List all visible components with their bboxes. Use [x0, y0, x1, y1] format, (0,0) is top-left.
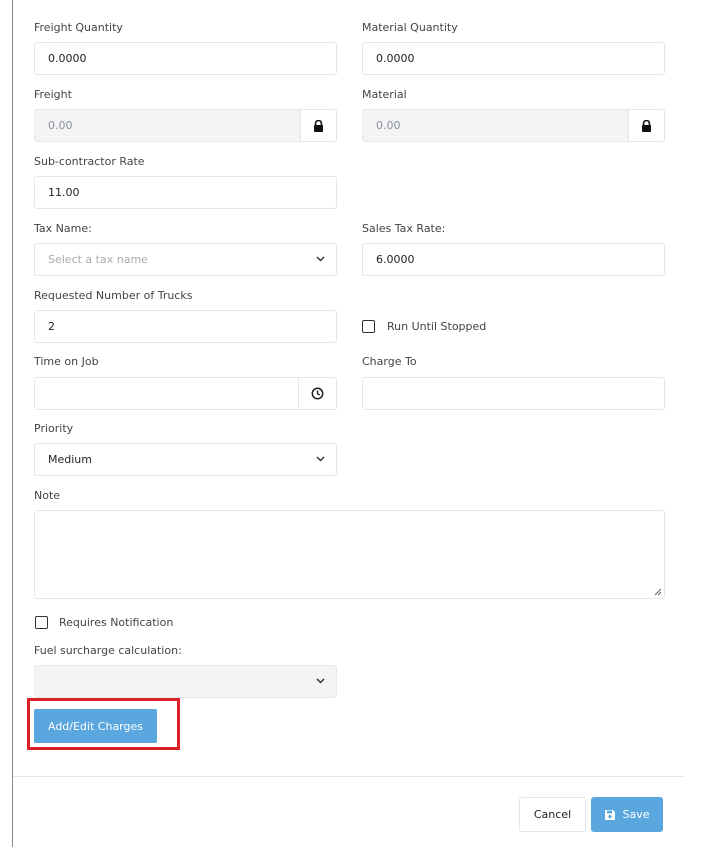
chevron-down-icon	[316, 678, 325, 684]
freight-input: 0.00	[34, 109, 337, 142]
tax-name-select[interactable]: Select a tax name	[34, 243, 337, 276]
material-quantity-label: Material Quantity	[362, 21, 458, 34]
run-until-stopped-label: Run Until Stopped	[387, 320, 487, 333]
save-icon	[605, 809, 616, 820]
cancel-button[interactable]: Cancel	[519, 797, 586, 832]
requested-trucks-input[interactable]: 2	[34, 310, 337, 343]
freight-lock-button[interactable]	[300, 109, 337, 142]
note-textarea[interactable]	[34, 510, 665, 599]
priority-value: Medium	[48, 453, 92, 466]
material-quantity-input[interactable]: 0.0000	[362, 42, 665, 75]
material-input: 0.00	[362, 109, 665, 142]
material-lock-button[interactable]	[628, 109, 665, 142]
fuel-surcharge-label: Fuel surcharge calculation:	[34, 644, 182, 657]
requested-trucks-value: 2	[48, 320, 55, 333]
freight-quantity-input[interactable]: 0.0000	[34, 42, 337, 75]
chevron-down-icon	[316, 456, 325, 462]
time-picker-button[interactable]	[298, 377, 337, 410]
freight-quantity-value: 0.0000	[48, 52, 87, 65]
freight-value: 0.00	[48, 119, 73, 132]
requested-trucks-label: Requested Number of Trucks	[34, 289, 193, 302]
chevron-down-icon	[316, 256, 325, 262]
tax-name-placeholder: Select a tax name	[48, 253, 148, 266]
add-edit-charges-button[interactable]: Add/Edit Charges	[34, 709, 157, 743]
priority-select[interactable]: Medium	[34, 443, 337, 476]
requires-notification-label: Requires Notification	[59, 616, 174, 629]
priority-label: Priority	[34, 422, 74, 435]
sales-tax-rate-input[interactable]: 6.0000	[362, 243, 665, 276]
requires-notification-checkbox[interactable]	[35, 616, 48, 629]
time-on-job-label: Time on Job	[34, 355, 99, 368]
subcontractor-rate-input[interactable]: 11.00	[34, 176, 337, 209]
subcontractor-rate-value: 11.00	[48, 186, 80, 199]
freight-label: Freight	[34, 88, 72, 101]
charge-to-label: Charge To	[362, 355, 417, 368]
clock-icon	[311, 387, 324, 400]
note-label: Note	[34, 489, 61, 502]
run-until-stopped-checkbox[interactable]	[362, 320, 375, 333]
save-button[interactable]: Save	[591, 797, 663, 832]
lock-icon	[642, 119, 651, 132]
freight-quantity-label: Freight Quantity	[34, 21, 123, 34]
sales-tax-rate-value: 6.0000	[376, 253, 415, 266]
save-button-label: Save	[622, 808, 650, 821]
time-on-job-input[interactable]	[34, 377, 337, 410]
sales-tax-rate-label: Sales Tax Rate:	[362, 222, 446, 235]
subcontractor-rate-label: Sub-contractor Rate	[34, 155, 145, 168]
lock-icon	[314, 119, 323, 132]
fuel-surcharge-select[interactable]	[34, 665, 337, 698]
charge-to-input[interactable]	[362, 377, 665, 410]
left-divider-line	[12, 0, 13, 847]
tax-name-label: Tax Name:	[34, 222, 92, 235]
material-label: Material	[362, 88, 407, 101]
resize-handle-icon[interactable]	[654, 588, 662, 596]
material-value: 0.00	[376, 119, 401, 132]
material-quantity-value: 0.0000	[376, 52, 415, 65]
footer-divider	[13, 776, 684, 777]
